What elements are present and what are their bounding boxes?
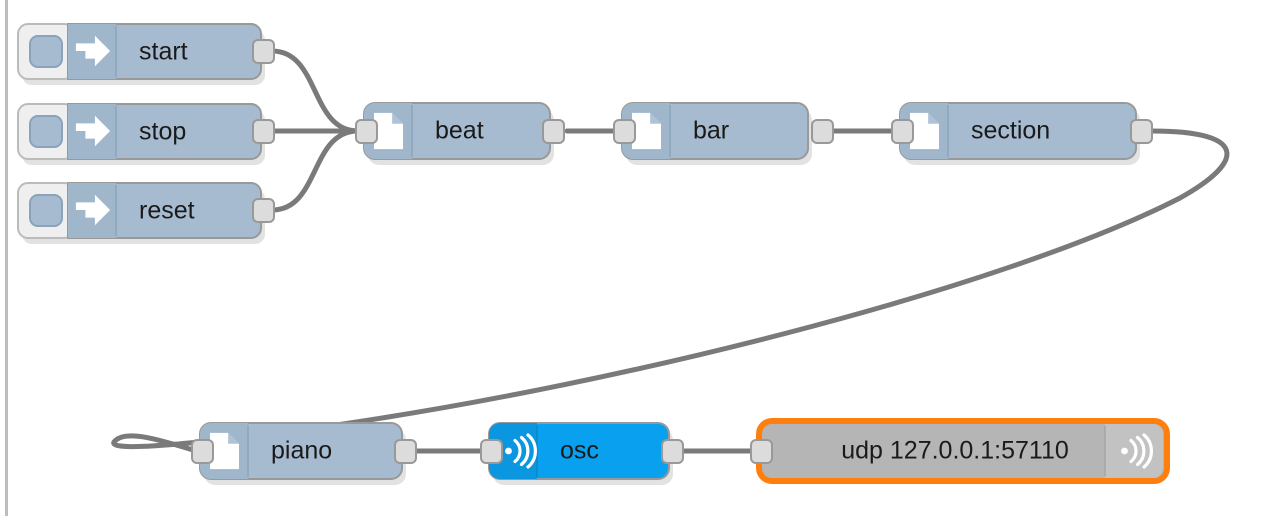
node-udp-out[interactable]: udp 127.0.0.1:57110 <box>750 418 1170 484</box>
input-port[interactable] <box>891 119 914 144</box>
node-function-beat[interactable]: beat <box>355 102 565 165</box>
output-port[interactable] <box>811 119 834 144</box>
input-port[interactable] <box>191 439 214 464</box>
node-label: piano <box>271 437 332 465</box>
output-port[interactable] <box>252 119 275 144</box>
node-label: osc <box>560 437 599 465</box>
input-port[interactable] <box>355 119 378 144</box>
node-label: beat <box>435 117 484 145</box>
node-inject-reset[interactable]: reset <box>17 182 275 244</box>
inject-button-inner <box>29 35 63 68</box>
output-port[interactable] <box>252 39 275 64</box>
output-port[interactable] <box>661 439 684 464</box>
node-inject-stop[interactable]: stop <box>17 103 275 165</box>
node-inject-start[interactable]: start <box>17 23 275 85</box>
flow-diagram[interactable]: start stop reset beat bar section piano … <box>0 0 1278 516</box>
flow-canvas[interactable]: start stop reset beat bar section piano … <box>0 0 1278 516</box>
input-port[interactable] <box>480 439 503 464</box>
node-function-bar[interactable]: bar <box>613 102 834 165</box>
node-function-section[interactable]: section <box>891 102 1153 165</box>
node-function-osc[interactable]: osc <box>480 422 684 485</box>
inject-button-inner <box>29 115 63 148</box>
output-port[interactable] <box>394 439 417 464</box>
input-port[interactable] <box>613 119 636 144</box>
output-port[interactable] <box>252 198 275 223</box>
node-label: reset <box>139 197 195 225</box>
palette-divider <box>5 0 8 516</box>
wire-section-piano[interactable] <box>111 128 1230 453</box>
node-function-piano[interactable]: piano <box>191 422 417 485</box>
output-port[interactable] <box>542 119 565 144</box>
node-label: udp 127.0.0.1:57110 <box>841 437 1069 465</box>
node-label: section <box>971 117 1050 145</box>
input-port[interactable] <box>750 439 773 464</box>
node-label: stop <box>139 118 186 146</box>
wire-reset-beat[interactable] <box>269 128 361 213</box>
node-label: start <box>139 38 188 66</box>
output-port[interactable] <box>1130 119 1153 144</box>
node-icon-panel <box>1105 424 1163 478</box>
wire-start-beat[interactable] <box>269 48 361 134</box>
inject-button-inner <box>29 194 63 227</box>
node-label: bar <box>693 117 729 145</box>
